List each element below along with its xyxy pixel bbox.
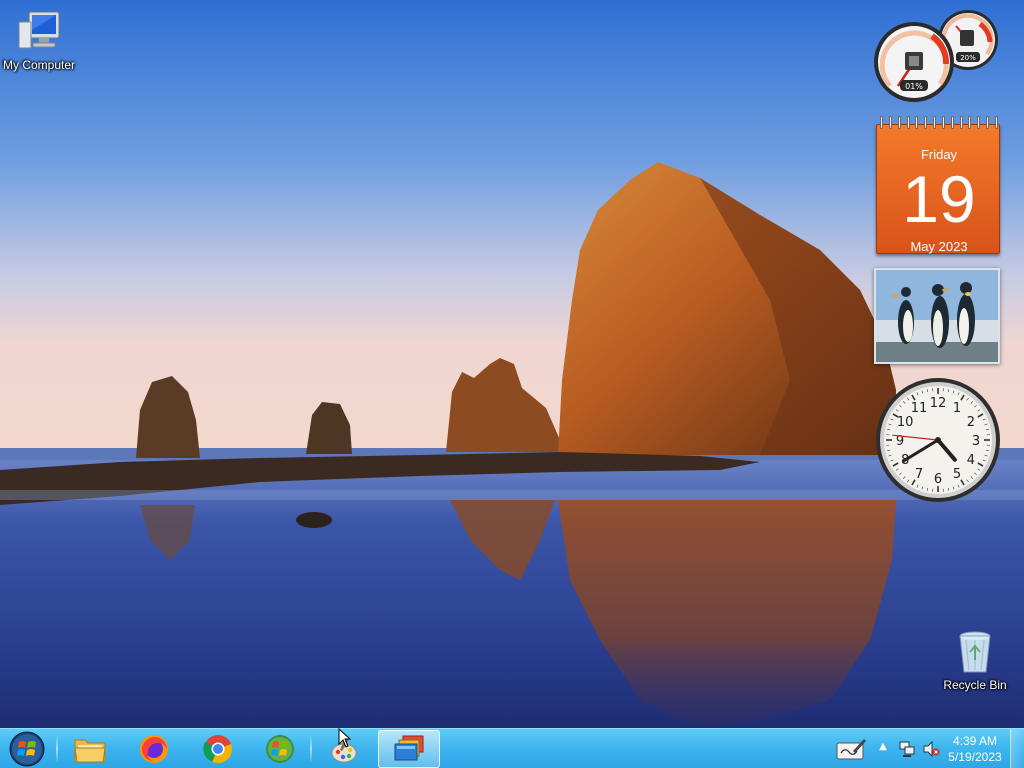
windows-logo-icon — [266, 735, 294, 763]
cpu-percent: 01% — [905, 82, 923, 91]
clock-numeral: 11 — [911, 401, 928, 416]
show-desktop-button[interactable] — [1010, 729, 1024, 768]
desktop-icon-label: Recycle Bin — [943, 678, 1007, 692]
taskbar-time: 4:39 AM — [952, 734, 998, 748]
mouse-cursor-icon — [338, 727, 352, 752]
desktop-icon-label: My Computer — [2, 58, 76, 72]
clock-gadget[interactable]: 121234567891011 — [874, 376, 1002, 504]
slideshow-gadget[interactable] — [874, 268, 1000, 364]
firefox-icon — [140, 735, 168, 763]
calendar-binding-rings — [880, 116, 998, 130]
taskbar-clock[interactable]: 4:39 AM 5/19/2023 — [944, 733, 1006, 765]
windows-orb-icon — [9, 731, 45, 767]
clock-numeral: 5 — [953, 467, 961, 482]
volume-muted-icon — [923, 740, 940, 758]
volume-tray-icon[interactable] — [922, 740, 940, 758]
taskbar-separator — [310, 735, 312, 763]
computer-icon — [15, 8, 63, 56]
clock-numeral: 6 — [934, 472, 942, 487]
calendar-gadget[interactable]: Friday 19 May 2023 — [874, 114, 1002, 256]
taskbar-firefox[interactable] — [126, 730, 182, 768]
taskbar-file-explorer[interactable] — [62, 730, 118, 768]
clock-numeral: 4 — [967, 453, 975, 468]
calendar-day-name: Friday — [920, 147, 958, 162]
taskbar: ▲ 4:39 AM 5/19/2023 — [0, 728, 1024, 768]
network-tray-icon[interactable] — [898, 740, 916, 758]
desktop-icon-my-computer[interactable]: My Computer — [0, 8, 79, 72]
recycle-bin-icon — [951, 628, 999, 676]
clock-numeral: 10 — [897, 415, 914, 430]
clock-numeral: 3 — [972, 434, 980, 449]
folder-icon — [74, 739, 106, 763]
memory-percent: 20% — [960, 54, 976, 62]
clock-numeral: 1 — [953, 401, 961, 416]
clock-numeral: 12 — [930, 396, 947, 411]
gadgets-icon — [394, 735, 424, 761]
start-button[interactable] — [2, 730, 52, 768]
network-icon — [899, 741, 915, 757]
taskbar-date: 5/19/2023 — [948, 750, 1002, 764]
calendar-day-number: 19 — [902, 162, 976, 236]
calendar-month-year: May 2023 — [910, 239, 968, 254]
desktop-wallpaper — [0, 0, 1024, 728]
taskbar-windows-logo[interactable] — [252, 730, 308, 768]
clock-numeral: 2 — [967, 415, 975, 430]
slideshow-photo — [874, 268, 1000, 364]
show-hidden-icons-button[interactable]: ▲ — [876, 741, 890, 757]
taskbar-separator — [56, 735, 58, 763]
chevron-up-icon: ▲ — [879, 741, 887, 752]
taskbar-chrome[interactable] — [190, 730, 246, 768]
tablet-pen-icon — [836, 739, 866, 760]
desktop-icon-recycle-bin[interactable]: Recycle Bin — [935, 628, 1015, 692]
calendar-page: Friday 19 May 2023 — [876, 124, 1000, 254]
tablet-pen-button[interactable] — [834, 732, 868, 766]
chrome-icon — [203, 735, 233, 764]
cpu-meter-gadget[interactable]: 20% 01% — [872, 6, 1002, 104]
taskbar-gadgets-window[interactable] — [378, 730, 440, 768]
clock-numeral: 7 — [915, 467, 923, 482]
